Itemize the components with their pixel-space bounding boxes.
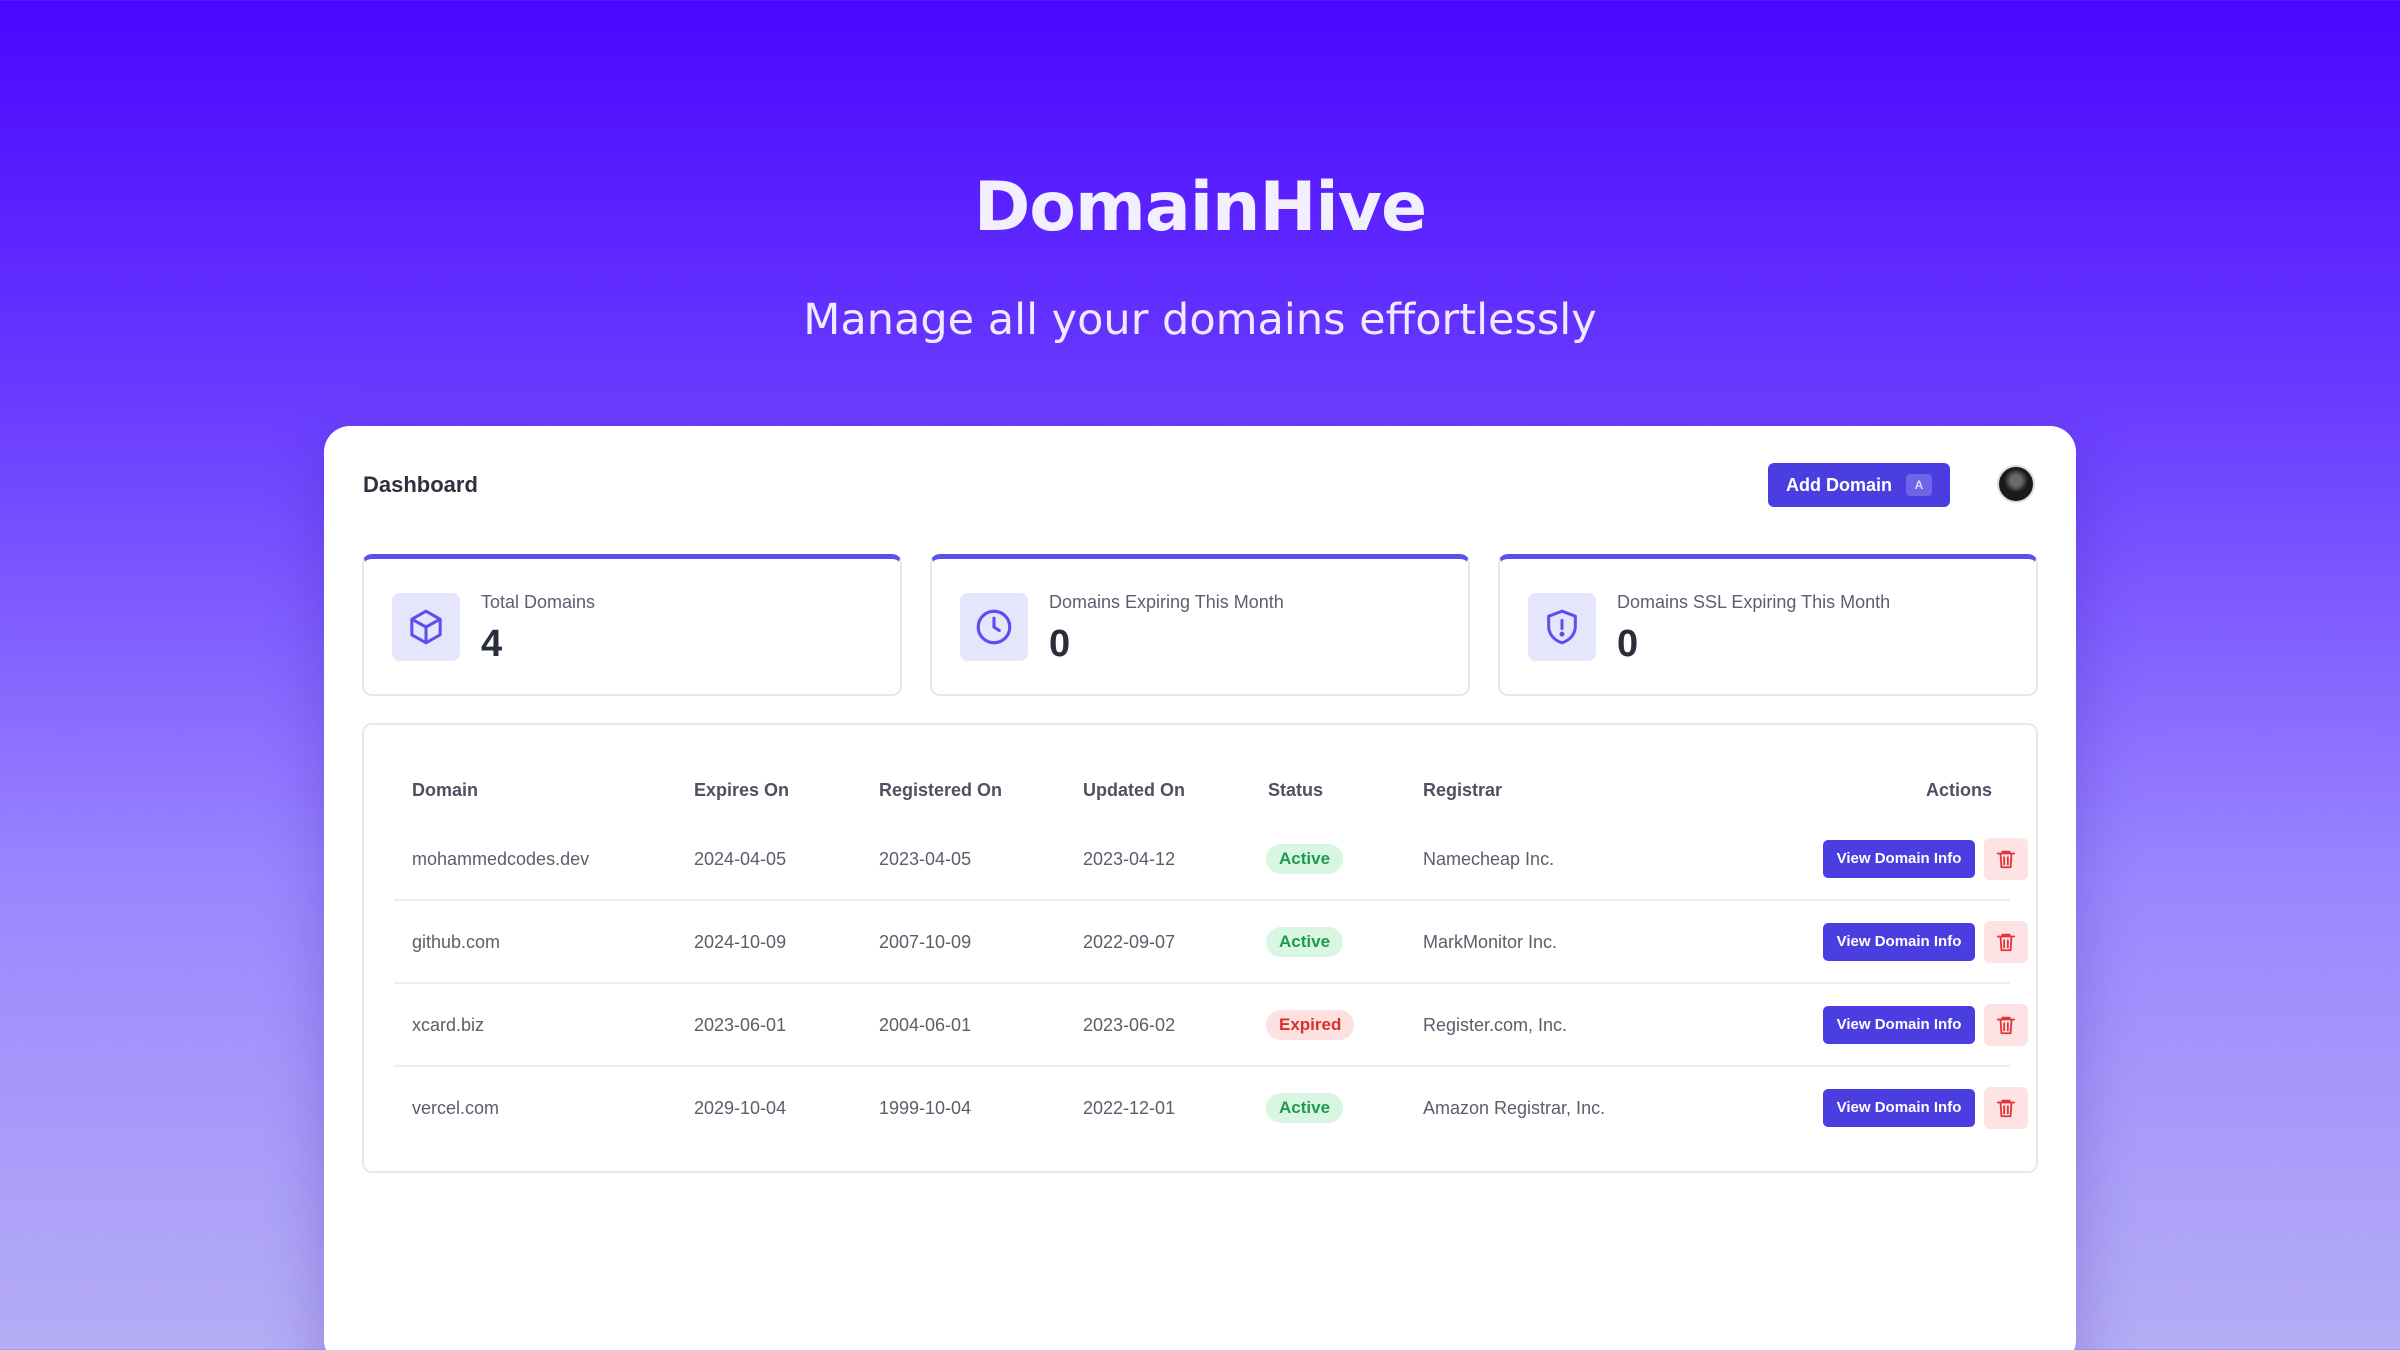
cell-domain: mohammedcodes.dev: [412, 849, 590, 869]
cell-domain: vercel.com: [412, 1098, 500, 1118]
page-title: Dashboard: [363, 472, 478, 497]
view-domain-info-button[interactable]: View Domain Info: [1823, 840, 1975, 878]
cell-updated: 2023-04-12: [1083, 849, 1176, 869]
column-header-status[interactable]: Status: [1268, 780, 1323, 801]
status-badge: Active: [1266, 1093, 1344, 1123]
shield-alert-icon: [1528, 593, 1596, 661]
table-row: vercel.com 2029-10-04 1999-10-04 2022-12…: [394, 1067, 2028, 1150]
cell-registered: 2023-04-05: [879, 849, 972, 869]
stat-label: Domains Expiring This Month: [1049, 592, 1284, 612]
cell-registered: 2007-10-09: [879, 932, 972, 952]
stat-card-expiring: Domains Expiring This Month 0: [930, 554, 1470, 696]
view-domain-info-button[interactable]: View Domain Info: [1823, 1089, 1975, 1127]
column-header-domain[interactable]: Domain: [412, 780, 478, 801]
cell-domain: github.com: [412, 932, 501, 952]
delete-button[interactable]: [1984, 1004, 2028, 1046]
cube-icon: [392, 593, 460, 661]
column-header-registered[interactable]: Registered On: [879, 780, 1002, 801]
view-domain-info-button[interactable]: View Domain Info: [1823, 1006, 1975, 1044]
delete-button[interactable]: [1984, 921, 2028, 963]
table-row: xcard.biz 2023-06-01 2004-06-01 2023-06-…: [394, 984, 2028, 1067]
column-header-actions: Actions: [1926, 780, 1993, 800]
status-badge: Expired: [1266, 1010, 1355, 1040]
delete-button[interactable]: [1984, 1087, 2028, 1129]
cell-registrar: Amazon Registrar, Inc.: [1423, 1098, 1606, 1118]
cell-registrar: MarkMonitor Inc.: [1423, 932, 1558, 952]
stat-value: 4: [481, 623, 503, 665]
status-badge: Active: [1266, 927, 1344, 957]
cell-registrar: Register.com, Inc.: [1423, 1015, 1568, 1035]
trash-icon: [1996, 850, 2016, 869]
domains-table: Domain Expires On Registered On Updated …: [362, 723, 2038, 1173]
view-domain-info-button[interactable]: View Domain Info: [1823, 923, 1975, 961]
trash-icon: [1996, 933, 2016, 952]
stat-label: Domains SSL Expiring This Month: [1617, 592, 1891, 612]
stat-value: 0: [1617, 623, 1639, 665]
dashboard-window: Dashboard Add Domain A Total Domains 4 D…: [324, 426, 2076, 1350]
cell-registered: 1999-10-04: [879, 1098, 972, 1118]
cell-expires: 2023-06-01: [694, 1015, 787, 1035]
clock-icon: [960, 593, 1028, 661]
trash-icon: [1996, 1016, 2016, 1035]
column-header-expires[interactable]: Expires On: [694, 780, 789, 801]
status-badge: Active: [1266, 844, 1344, 874]
shortcut-key: A: [1906, 474, 1932, 496]
hero-subtitle: Manage all your domains effortlessly: [803, 295, 1597, 345]
hero-title: DomainHive: [973, 168, 1427, 247]
cell-updated: 2022-12-01: [1083, 1098, 1176, 1118]
delete-button[interactable]: [1984, 838, 2028, 880]
cell-updated: 2023-06-02: [1083, 1015, 1176, 1035]
stat-card-ssl-expiring: Domains SSL Expiring This Month 0: [1498, 554, 2038, 696]
add-domain-label: Add Domain: [1786, 474, 1892, 495]
table-row: github.com 2024-10-09 2007-10-09 2022-09…: [394, 901, 2028, 984]
table-row: mohammedcodes.dev 2024-04-05 2023-04-05 …: [394, 818, 2028, 901]
cell-domain: xcard.biz: [412, 1015, 485, 1035]
stat-value: 0: [1049, 623, 1071, 665]
add-domain-button[interactable]: Add Domain A: [1768, 463, 1950, 507]
column-header-updated[interactable]: Updated On: [1083, 780, 1185, 801]
cell-updated: 2022-09-07: [1083, 932, 1176, 952]
trash-icon: [1996, 1099, 2016, 1118]
cell-registrar: Namecheap Inc.: [1423, 849, 1555, 869]
cell-expires: 2029-10-04: [694, 1098, 787, 1118]
cell-expires: 2024-10-09: [694, 932, 787, 952]
cell-registered: 2004-06-01: [879, 1015, 972, 1035]
column-header-registrar[interactable]: Registrar: [1423, 780, 1502, 801]
cell-expires: 2024-04-05: [694, 849, 787, 869]
stat-card-total-domains: Total Domains 4: [362, 554, 902, 696]
avatar[interactable]: [1997, 465, 2035, 503]
stat-label: Total Domains: [481, 592, 596, 612]
